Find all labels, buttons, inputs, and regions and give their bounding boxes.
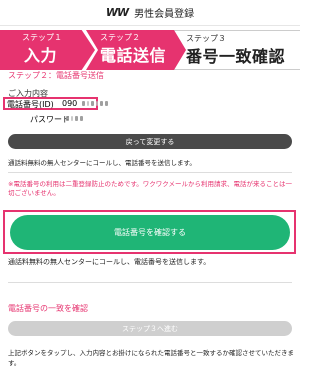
phone-number-value: 090 — [62, 99, 78, 108]
toll-free-note-2: 通話料無料の無人センターにコールし、電話番号を送信します。 — [8, 258, 211, 266]
step-3-title: 番号一致確認 — [186, 47, 286, 66]
phone-id-label: 電話番号(ID) — [7, 100, 54, 109]
toll-free-note-1: 通話料無料の無人センターにコールし、電話番号を送信します。 — [8, 159, 196, 167]
step3-section-title: 電話番号の一致を確認 — [8, 304, 88, 313]
step-2-title: 電話送信 — [100, 46, 167, 65]
step-progress: ステップ１ 入力 ステップ３ 番号一致確認 ステップ２ 電話送信 — [0, 30, 300, 70]
step2-section-title: ステップ２：電話番号送信 — [8, 71, 104, 80]
page-title: 男性会員登録 — [134, 9, 195, 20]
step-3: ステップ３ 番号一致確認 — [172, 30, 300, 70]
next-step-button[interactable]: ステップ３へ進む — [8, 321, 292, 336]
confirm-phone-button[interactable]: 電話番号を確認する — [10, 215, 290, 250]
privacy-warning: ※電話番号の利用は二重登録防止のためです。ワクワクメールから利用請求、電話が来る… — [8, 180, 293, 197]
step-1-title: 入力 — [24, 46, 58, 65]
divider — [8, 172, 292, 173]
back-edit-button[interactable]: 戻って変更する — [8, 134, 292, 149]
step-1: ステップ１ 入力 — [0, 30, 95, 70]
phone-number-masked — [82, 101, 108, 106]
password-label: パスワード — [30, 115, 70, 124]
site-logo: WW — [105, 6, 129, 19]
page-header: WW 男性会員登録 — [0, 0, 300, 26]
bottom-note: 上記ボタンをタップし、入力内容とお掛けになられた電話番号と一致するか確認させてい… — [8, 349, 294, 367]
password-masked — [66, 116, 83, 121]
step-2-current: ステップ２ 電話送信 — [86, 30, 186, 70]
divider — [8, 282, 292, 283]
